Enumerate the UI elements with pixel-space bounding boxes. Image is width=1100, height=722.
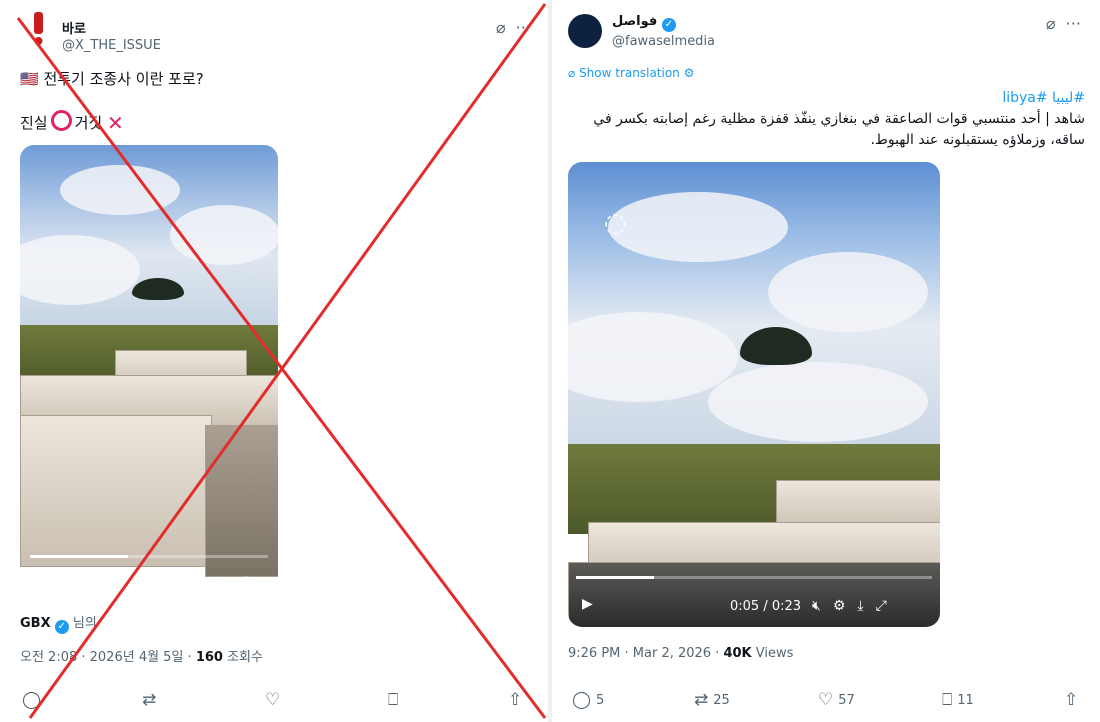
verified-icon: ✓ (661, 18, 676, 32)
bookmark-button[interactable]: ⎕ 11 (942, 690, 974, 710)
settings-icon[interactable]: ⚙︎ (195, 574, 208, 590)
translate-icon: ⌀ (568, 66, 576, 80)
volume-icon[interactable]: 🔊︎ (174, 574, 183, 590)
video-progress[interactable] (576, 576, 932, 579)
author-name[interactable]: 바로 (62, 18, 86, 37)
play-icon[interactable]: ▶ (582, 596, 593, 612)
share-icon: ⇧ (508, 690, 523, 710)
bookmark-icon: ⎕ (942, 690, 953, 710)
tweet-meta: 9:26 PM · Mar 2, 2026 · 40K Views (568, 646, 794, 661)
share-icon: ⇧ (1064, 690, 1079, 710)
watermark-logo: ◌ (604, 208, 627, 238)
heart-icon: ♡ (265, 690, 281, 710)
video-player[interactable]: ▶ 0:07 / 0:17 🔊︎ ⚙︎ ⤓ ⤢ (20, 145, 278, 603)
tweet-text-line2: 진실 거짓 ✕ (20, 110, 124, 135)
tweet-text-line1: 🇺🇸 전투기 조종사 이란 포로? (20, 70, 204, 88)
show-translation-link[interactable]: ⌀ Show translation ⚙︎ (568, 66, 694, 80)
share-button[interactable]: ⇧ (508, 690, 522, 710)
more-icon[interactable]: ··· (516, 18, 531, 37)
like-button[interactable]: ♡ (265, 690, 280, 710)
settings-icon[interactable]: ⚙︎ (833, 598, 846, 614)
tweet-text: #ليبيا #libya شاهد | أحد منتسبي قوات الص… (580, 88, 1085, 151)
video-progress[interactable] (30, 555, 268, 558)
circle-mark-icon (50, 110, 72, 131)
author-handle[interactable]: @fawaselmedia (612, 34, 715, 49)
fullscreen-icon[interactable]: ⤢ (238, 574, 249, 590)
volume-muted-icon[interactable]: 🔇︎ (812, 598, 821, 614)
x-mark-icon: ✕ (107, 111, 124, 135)
more-icon[interactable]: ··· (1066, 14, 1081, 33)
captions-icon[interactable]: ⤓ (219, 574, 225, 590)
tweet-body: شاهد | أحد منتسبي قوات الصاعقة في بنغازي… (593, 111, 1085, 148)
avatar[interactable] (22, 12, 56, 46)
grok-icon[interactable]: ⌀ (496, 18, 506, 37)
reply-button[interactable]: ◯ 5 (572, 690, 604, 710)
author-handle[interactable]: @X_THE_ISSUE (62, 38, 161, 53)
left-tweet: 바로 @X_THE_ISSUE ⌀ ··· 🇺🇸 전투기 조종사 이란 포로? 진… (0, 0, 548, 722)
fullscreen-icon[interactable]: ⤢ (876, 598, 887, 614)
bookmark-icon: ⎕ (388, 690, 399, 710)
reply-icon: ◯ (572, 690, 592, 710)
share-button[interactable]: ⇧ (1064, 690, 1078, 710)
repost-icon: ⇄ (694, 690, 709, 710)
tweet-meta: 오전 2:08 · 2026년 4월 5일 · 160 조회수 (20, 650, 263, 665)
repost-button[interactable]: ⇄ (142, 690, 156, 710)
grok-icon[interactable]: ⌀ (1046, 14, 1056, 33)
video-player[interactable]: ◌ ▶ 0:05 / 0:23 🔇︎ ⚙︎ ⤓ ⤢ (568, 162, 940, 627)
heart-icon: ♡ (818, 690, 834, 710)
attribution[interactable]: GBX ✓ 님의 (20, 612, 97, 634)
author-name[interactable]: فواصل ✓ (612, 14, 676, 32)
repost-icon: ⇄ (142, 690, 157, 710)
avatar[interactable] (568, 14, 602, 48)
verified-icon: ✓ (54, 620, 69, 634)
reply-icon: ◯ (22, 690, 42, 710)
captions-icon[interactable]: ⤓ (857, 598, 863, 614)
video-time: 0:05 / 0:23 (730, 599, 802, 614)
reply-button[interactable]: ◯ (22, 690, 41, 710)
bookmark-button[interactable]: ⎕ (388, 690, 398, 710)
play-icon[interactable]: ▶ (32, 572, 43, 588)
like-button[interactable]: ♡ 57 (818, 690, 855, 710)
hashtags[interactable]: #ليبيا #libya (580, 88, 1085, 109)
settings-icon[interactable]: ⚙︎ (684, 66, 695, 80)
repost-button[interactable]: ⇄ 25 (694, 690, 730, 710)
